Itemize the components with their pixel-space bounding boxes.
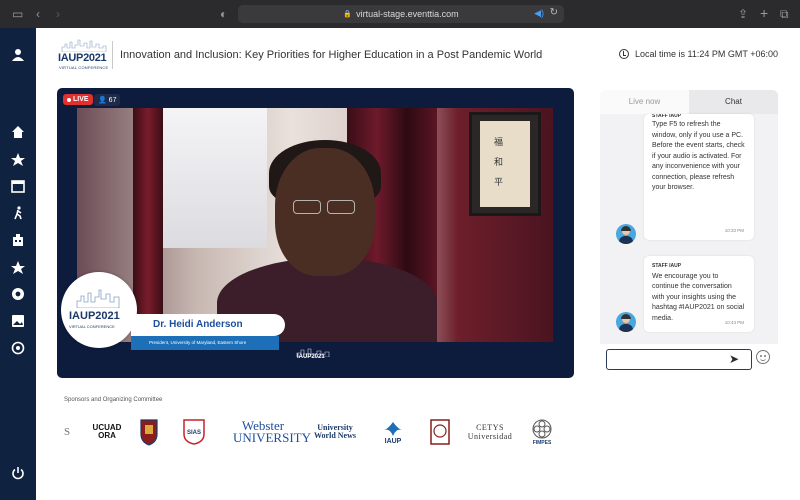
chat-tabs: Live now Chat	[600, 90, 778, 114]
sidebar-toggle-icon[interactable]: ▭	[12, 7, 23, 21]
star-icon[interactable]	[0, 260, 36, 274]
message-time: 10:43 PM	[724, 319, 744, 325]
sponsor-name: IAUP	[384, 437, 402, 445]
sponsor-name: Webster UNIVERSITY	[233, 418, 311, 445]
speaker-glasses-graphic	[289, 200, 361, 216]
page-title: Innovation and Inclusion: Key Priorities…	[120, 49, 543, 61]
send-icon[interactable]: ➤	[729, 352, 739, 366]
sponsor-fimpes-logo[interactable]: FIMPES	[528, 412, 556, 452]
tab-overview-icon[interactable]: ⧉	[780, 7, 789, 22]
wall-art-graphic: 福 和 平	[469, 112, 541, 216]
local-time: Local time is 11:24 PM GMT +06:00	[619, 49, 778, 59]
chat-panel: Live now Chat STAFF IAUP Type F5 to refr…	[600, 90, 778, 376]
sponsor-seal-logo[interactable]	[428, 412, 452, 452]
viewer-count: 67	[108, 97, 117, 104]
skyline-graphic	[61, 39, 107, 52]
chat-input-bar: ➤	[600, 344, 778, 376]
seal-icon	[430, 419, 450, 445]
sidebar	[0, 28, 36, 500]
sponsor-iaup-logo[interactable]: IAUP	[378, 412, 408, 452]
user-icon[interactable]	[0, 48, 36, 62]
back-icon[interactable]: ‹	[36, 7, 40, 21]
local-time-text: Local time is 11:24 PM GMT +06:00	[635, 49, 778, 59]
tab-chat[interactable]: Chat	[689, 90, 778, 114]
chat-message: STAFF IAUP We encourage you to continue …	[644, 256, 754, 332]
main-content: IAUP2021 VIRTUAL CONFERENCE Innovation a…	[36, 28, 800, 500]
clock-icon	[619, 49, 629, 59]
message-text: Type F5 to refresh the window, only if y…	[652, 121, 745, 191]
video-frame: 福 和 平	[77, 108, 553, 342]
star-icon[interactable]	[0, 152, 36, 166]
video-watermark: IAUP2021	[295, 344, 335, 366]
iaup-emblem-icon	[384, 421, 402, 436]
sponsor-logo[interactable]: UCUADORA	[92, 412, 122, 452]
flower-emblem-icon	[532, 419, 552, 439]
home-icon[interactable]	[0, 125, 36, 139]
crest-icon	[140, 419, 158, 446]
sponsor-name: FIMPES	[532, 440, 552, 446]
location-icon[interactable]	[0, 341, 36, 355]
svg-text:SIAS: SIAS	[187, 430, 201, 436]
sponsor-logo[interactable]: S	[62, 412, 72, 452]
window-graphic	[147, 108, 267, 248]
shield-icon: SIAS	[183, 419, 205, 445]
avatar	[616, 224, 636, 244]
curtain-left-graphic	[133, 108, 163, 342]
browser-toolbar: ▭ ‹ › ◐ 🔒 virtual-stage.eventtia.com ◀) …	[0, 0, 800, 28]
watermark-text: IAUP2021	[297, 354, 325, 360]
share-icon[interactable]: ⇪	[738, 7, 748, 21]
logo-subtext: VIRTUAL CONFERENCE	[59, 65, 109, 70]
walking-icon[interactable]	[0, 206, 36, 220]
sponsor-logo[interactable]: Webster UNIVERSITY	[232, 412, 311, 452]
header-divider	[112, 41, 113, 69]
conference-badge: IAUP2021 VIRTUAL CONFERENCE	[61, 272, 137, 348]
address-bar[interactable]: 🔒 virtual-stage.eventtia.com ◀) ↻	[238, 5, 564, 23]
new-tab-icon[interactable]: +	[760, 5, 768, 21]
viewer-count-badge: 👤 67	[94, 94, 121, 106]
sponsor-crest-logo[interactable]	[138, 412, 160, 452]
image-icon[interactable]	[0, 314, 36, 328]
badge-subtitle: VIRTUAL CONFERENCE	[69, 324, 115, 329]
audio-playing-icon[interactable]: ◀)	[534, 8, 544, 19]
aperture-icon[interactable]	[0, 287, 36, 301]
sponsor-logo[interactable]: University World News	[310, 412, 360, 452]
lock-icon: 🔒	[343, 11, 353, 18]
viewers-icon: 👤	[98, 97, 107, 104]
url-text: virtual-stage.eventtia.com	[356, 9, 459, 19]
sponsor-sias-logo[interactable]: SIAS	[182, 412, 206, 452]
tab-live-now[interactable]: Live now	[600, 90, 689, 114]
speaker-name: Dr. Heidi Anderson	[131, 314, 285, 336]
live-label: LIVE	[73, 96, 89, 103]
building-icon[interactable]	[0, 233, 36, 247]
live-dot-icon	[67, 97, 71, 102]
sponsor-name: CETYS Universidad	[467, 423, 513, 441]
conference-logo[interactable]: IAUP2021 VIRTUAL CONFERENCE	[58, 38, 110, 72]
sponsors-title: Sponsors and Organizing Committee	[64, 397, 163, 403]
avatar	[616, 312, 636, 332]
forward-icon[interactable]: ›	[56, 7, 60, 21]
message-text: We encourage you to continue the convers…	[652, 272, 745, 322]
message-author: STAFF IAUP	[652, 263, 682, 269]
logo-text: IAUP2021	[58, 52, 107, 64]
power-icon[interactable]	[0, 466, 36, 480]
reload-icon[interactable]: ↻	[550, 7, 558, 18]
emoji-icon[interactable]	[756, 350, 770, 364]
sponsors-row: S UCUADORA SIAS Webster UNIVERSITY Unive…	[62, 412, 562, 452]
sponsor-cetys-logo[interactable]: CETYS Universidad	[467, 412, 513, 452]
badge-title: IAUP2021	[69, 310, 120, 322]
privacy-shield-icon[interactable]: ◐	[220, 7, 227, 21]
live-badge: LIVE	[63, 94, 93, 105]
calendar-icon[interactable]	[0, 179, 36, 193]
message-time: 10:33 PM	[724, 227, 744, 233]
video-player[interactable]: LIVE 👤 67 福 和 平 IAUP2021 VIRTUAL CONFERE…	[57, 88, 574, 378]
chat-message: STAFF IAUP Type F5 to refresh the window…	[644, 114, 754, 240]
skyline-graphic	[76, 289, 120, 308]
speaker-role: President, University of Maryland, Easte…	[131, 336, 279, 350]
